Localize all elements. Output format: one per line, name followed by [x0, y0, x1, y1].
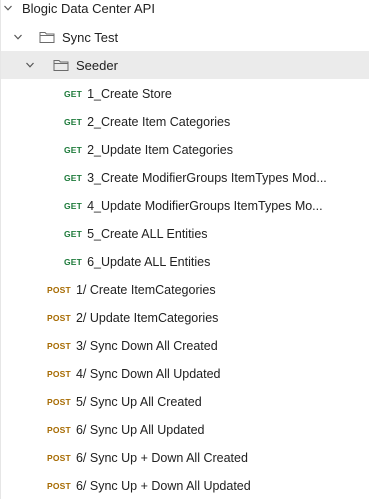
request-name: 4_Update ModifierGroups ItemTypes Mo... [87, 199, 323, 213]
method-badge: GET [64, 117, 83, 127]
method-badge: GET [64, 173, 83, 183]
request-item[interactable]: POST 3/ Sync Down All Created [1, 332, 369, 360]
request-item[interactable]: POST 5/ Sync Up All Created [1, 388, 369, 416]
method-badge: GET [64, 89, 83, 99]
request-name: 5/ Sync Up All Created [75, 395, 202, 409]
folder-name: Seeder [76, 57, 118, 73]
request-item[interactable]: POST 4/ Sync Down All Updated [1, 360, 369, 388]
collection-row[interactable]: Blogic Data Center API [1, 0, 369, 22]
request-item[interactable]: GET 3_Create ModifierGroups ItemTypes Mo… [1, 164, 369, 192]
chevron-down-icon[interactable] [3, 3, 13, 13]
request-name: 6/ Sync Up + Down All Updated [75, 479, 251, 493]
method-badge: POST [47, 481, 71, 491]
method-badge: POST [47, 369, 71, 379]
collection-name: Blogic Data Center API [22, 0, 155, 16]
folder-row-sync-test[interactable]: Sync Test [1, 23, 369, 51]
method-badge: GET [64, 229, 83, 239]
request-item[interactable]: GET 5_Create ALL Entities [1, 220, 369, 248]
request-name: 2/ Update ItemCategories [75, 311, 219, 325]
request-name: 6_Update ALL Entities [87, 255, 211, 269]
request-name: 4/ Sync Down All Updated [75, 367, 221, 381]
request-item[interactable]: GET 4_Update ModifierGroups ItemTypes Mo… [1, 192, 369, 220]
method-badge: POST [47, 453, 71, 463]
folder-row-seeder[interactable]: Seeder [1, 51, 369, 79]
request-name: 3/ Sync Down All Created [75, 339, 218, 353]
request-item[interactable]: POST 6/ Sync Up + Down All Updated [1, 472, 369, 500]
request-item[interactable]: GET 1_Create Store [1, 80, 369, 108]
request-item[interactable]: GET 2_Update Item Categories [1, 136, 369, 164]
method-badge: POST [47, 313, 71, 323]
request-item[interactable]: POST 2/ Update ItemCategories [1, 304, 369, 332]
folder-icon [53, 60, 69, 71]
request-name: 2_Create Item Categories [87, 115, 231, 129]
method-badge: GET [64, 257, 83, 267]
chevron-down-icon[interactable] [25, 60, 35, 70]
folder-icon [39, 32, 55, 43]
request-item[interactable]: GET 2_Create Item Categories [1, 108, 369, 136]
request-name: 1_Create Store [87, 87, 172, 101]
folder-name: Sync Test [62, 29, 119, 45]
chevron-down-icon[interactable] [13, 32, 23, 42]
request-name: 1/ Create ItemCategories [75, 283, 216, 297]
collection-sidebar-tree: Blogic Data Center API Sync Test Seeder … [0, 0, 369, 499]
request-name: 6/ Sync Up + Down All Created [75, 451, 248, 465]
request-item[interactable]: GET 6_Update ALL Entities [1, 248, 369, 276]
request-item[interactable]: POST 1/ Create ItemCategories [1, 276, 369, 304]
request-item[interactable]: POST 6/ Sync Up + Down All Created [1, 444, 369, 472]
request-item[interactable]: POST 6/ Sync Up All Updated [1, 416, 369, 444]
method-badge: GET [64, 201, 83, 211]
method-badge: POST [47, 397, 71, 407]
request-name: 2_Update Item Categories [87, 143, 233, 157]
method-badge: POST [47, 341, 71, 351]
request-name: 3_Create ModifierGroups ItemTypes Mod... [87, 171, 327, 185]
request-name: 5_Create ALL Entities [87, 227, 208, 241]
method-badge: POST [47, 285, 71, 295]
method-badge: GET [64, 145, 83, 155]
method-badge: POST [47, 425, 71, 435]
request-name: 6/ Sync Up All Updated [75, 423, 205, 437]
